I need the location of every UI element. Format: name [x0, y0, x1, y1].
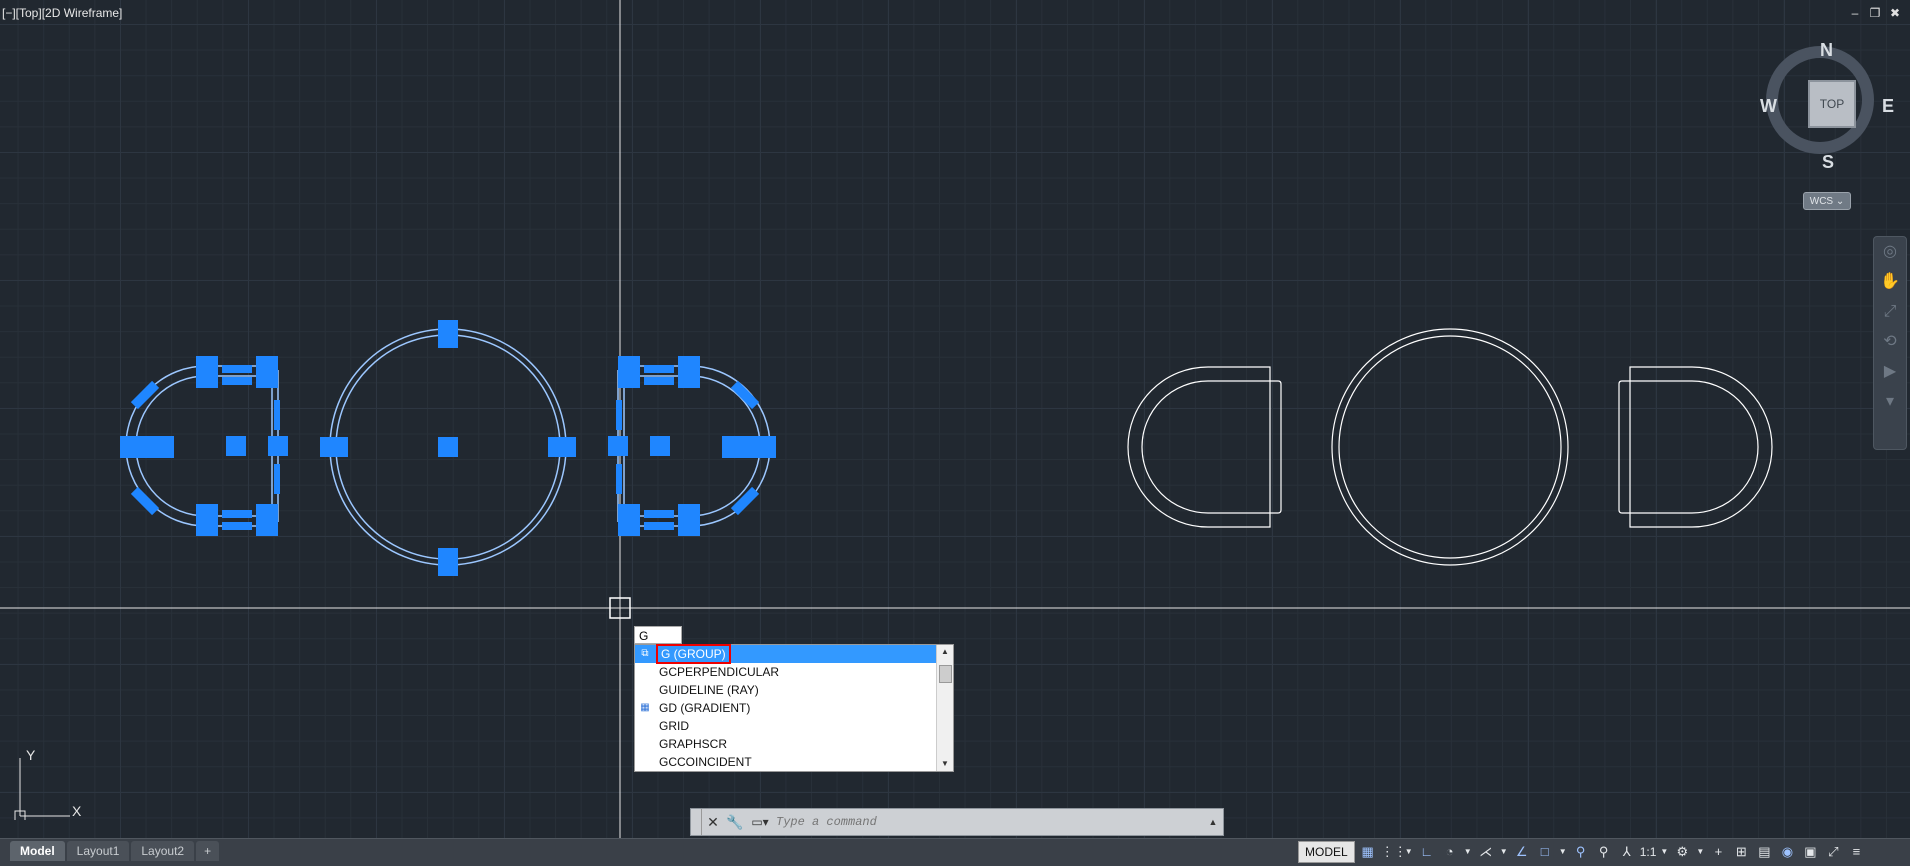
customize-wrench-icon[interactable]: 🔧	[724, 814, 746, 831]
autocomplete-list[interactable]: ⧉ G (GROUP) GCPERPENDICULAR GUIDELINE (RA…	[634, 644, 954, 772]
annotation-scale-icon[interactable]: ⅄	[1617, 842, 1637, 862]
annotation-monitor-icon[interactable]: +	[1708, 842, 1728, 862]
layout-tabs: Model Layout1 Layout2 +	[10, 841, 220, 861]
object-snap-icon[interactable]: □	[1535, 842, 1555, 862]
command-line-grip[interactable]	[691, 809, 702, 835]
scroll-down-icon[interactable]: ▼	[937, 757, 953, 771]
group-icon: ⧉	[641, 648, 649, 659]
autocomplete-item[interactable]: GCPERPENDICULAR	[635, 663, 953, 681]
viewcube[interactable]: N S E W TOP	[1760, 40, 1894, 173]
viewport-controls-label[interactable]: [−][Top][2D Wireframe]	[2, 6, 122, 20]
annotation-scale-value[interactable]: 1:1	[1640, 845, 1657, 859]
minimize-icon[interactable]: –	[1848, 6, 1862, 20]
workspace-gear-icon[interactable]: ⚙	[1672, 842, 1692, 862]
command-line: ✕ 🔧 ▭▾ ▲	[690, 808, 1224, 836]
add-layout-button[interactable]: +	[196, 841, 220, 861]
autocomplete-item[interactable]: GUIDELINE (RAY)	[635, 681, 953, 699]
status-toggles: MODEL ▦ ⋮⋮ ▼ ∟ ◔ ▼ ⋌ ▼ ∠ □ ▼ ⚲ ⚲ ⅄ 1:1 ▼…	[1298, 841, 1866, 863]
autocomplete-item[interactable]: GRID	[635, 717, 953, 735]
gradient-icon: ▦	[640, 702, 650, 713]
orbit-icon[interactable]: ⟲	[1874, 327, 1906, 357]
quick-properties-icon[interactable]: ▤	[1754, 842, 1774, 862]
navigation-bar: ◎ ✋ ⤢ ⟲ ▶ ▾	[1873, 236, 1907, 450]
scroll-thumb[interactable]	[939, 665, 952, 683]
snap-dropdown-icon[interactable]: ▼	[1404, 842, 1414, 862]
wcs-menu[interactable]: WCS ⌄	[1803, 192, 1851, 210]
drawing-canvas[interactable]	[0, 0, 1910, 838]
object-snap-tracking-icon[interactable]: ∠	[1512, 842, 1532, 862]
auto-scale-icon[interactable]: ⚲	[1594, 842, 1614, 862]
compass-south[interactable]: S	[1822, 152, 1834, 173]
ucs-x-label: X	[72, 803, 82, 819]
dynamic-input-field[interactable]: G	[634, 626, 682, 644]
restore-icon[interactable]: ❐	[1868, 6, 1882, 20]
close-icon[interactable]: ✖	[1888, 6, 1902, 20]
navbar-settings-icon[interactable]: ▾	[1874, 387, 1906, 417]
tab-layout2[interactable]: Layout2	[131, 841, 195, 861]
autocomplete-scrollbar[interactable]: ▲ ▼	[936, 645, 953, 771]
autocomplete-item[interactable]: GRAPHSCR	[635, 735, 953, 753]
chair-left[interactable]	[1127, 366, 1282, 528]
tab-layout1[interactable]: Layout1	[66, 841, 130, 861]
graphics-performance-icon[interactable]: ▣	[1800, 842, 1820, 862]
compass-east[interactable]: E	[1882, 96, 1894, 117]
autocomplete-item[interactable]: GCCOINCIDENT	[635, 753, 953, 771]
model-space-button[interactable]: MODEL	[1298, 841, 1355, 863]
drawing-viewport[interactable]: [−][Top][2D Wireframe] – ❐ ✖ N S E W TOP…	[0, 0, 1910, 838]
close-command-icon[interactable]: ✕	[702, 814, 724, 831]
command-history-icon[interactable]: ▲	[1203, 817, 1223, 827]
showmotion-icon[interactable]: ▶	[1874, 357, 1906, 387]
command-prompt-icon[interactable]: ▭▾	[746, 815, 774, 829]
polar-icon[interactable]: ◔	[1440, 842, 1460, 862]
isolate-objects-icon[interactable]: ◉	[1777, 842, 1797, 862]
ucs-y-label: Y	[26, 748, 36, 763]
workspace-dropdown-icon[interactable]: ▼	[1695, 842, 1705, 862]
chair-right[interactable]	[1618, 366, 1773, 528]
ucs-icon: Y X	[14, 748, 82, 820]
viewport-window-controls: – ❐ ✖	[1848, 6, 1902, 20]
annotation-visibility-icon[interactable]: ⚲	[1571, 842, 1591, 862]
status-bar: Model Layout1 Layout2 + MODEL ▦ ⋮⋮ ▼ ∟ ◔…	[0, 838, 1910, 866]
customization-menu-icon[interactable]: ≡	[1846, 842, 1866, 862]
units-icon[interactable]: ⊞	[1731, 842, 1751, 862]
tab-model[interactable]: Model	[10, 841, 65, 861]
table-round[interactable]	[1331, 328, 1569, 566]
snap-icon[interactable]: ⋮⋮	[1381, 842, 1407, 862]
object-snap-dropdown-icon[interactable]: ▼	[1558, 842, 1568, 862]
compass-west[interactable]: W	[1760, 96, 1777, 117]
selection-grips[interactable]	[120, 320, 776, 576]
polar-dropdown-icon[interactable]: ▼	[1463, 842, 1473, 862]
clean-screen-icon[interactable]: ⤢	[1823, 842, 1843, 862]
zoom-extents-icon[interactable]: ⤢	[1874, 297, 1906, 327]
scale-dropdown-icon[interactable]: ▼	[1659, 842, 1669, 862]
command-input[interactable]	[774, 814, 1203, 830]
steering-wheel-icon[interactable]: ◎	[1874, 237, 1906, 267]
ortho-icon[interactable]: ∟	[1417, 842, 1437, 862]
autocomplete-item[interactable]: ▦ GD (GRADIENT)	[635, 699, 953, 717]
grid-icon[interactable]: ▦	[1358, 842, 1378, 862]
isodraft-dropdown-icon[interactable]: ▼	[1499, 842, 1509, 862]
isodraft-icon[interactable]: ⋌	[1476, 842, 1496, 862]
viewcube-top-face[interactable]: TOP	[1808, 80, 1856, 128]
compass-north[interactable]: N	[1820, 40, 1833, 61]
scroll-up-icon[interactable]: ▲	[937, 645, 953, 659]
pan-icon[interactable]: ✋	[1874, 267, 1906, 297]
autocomplete-item[interactable]: ⧉ G (GROUP)	[635, 644, 953, 664]
